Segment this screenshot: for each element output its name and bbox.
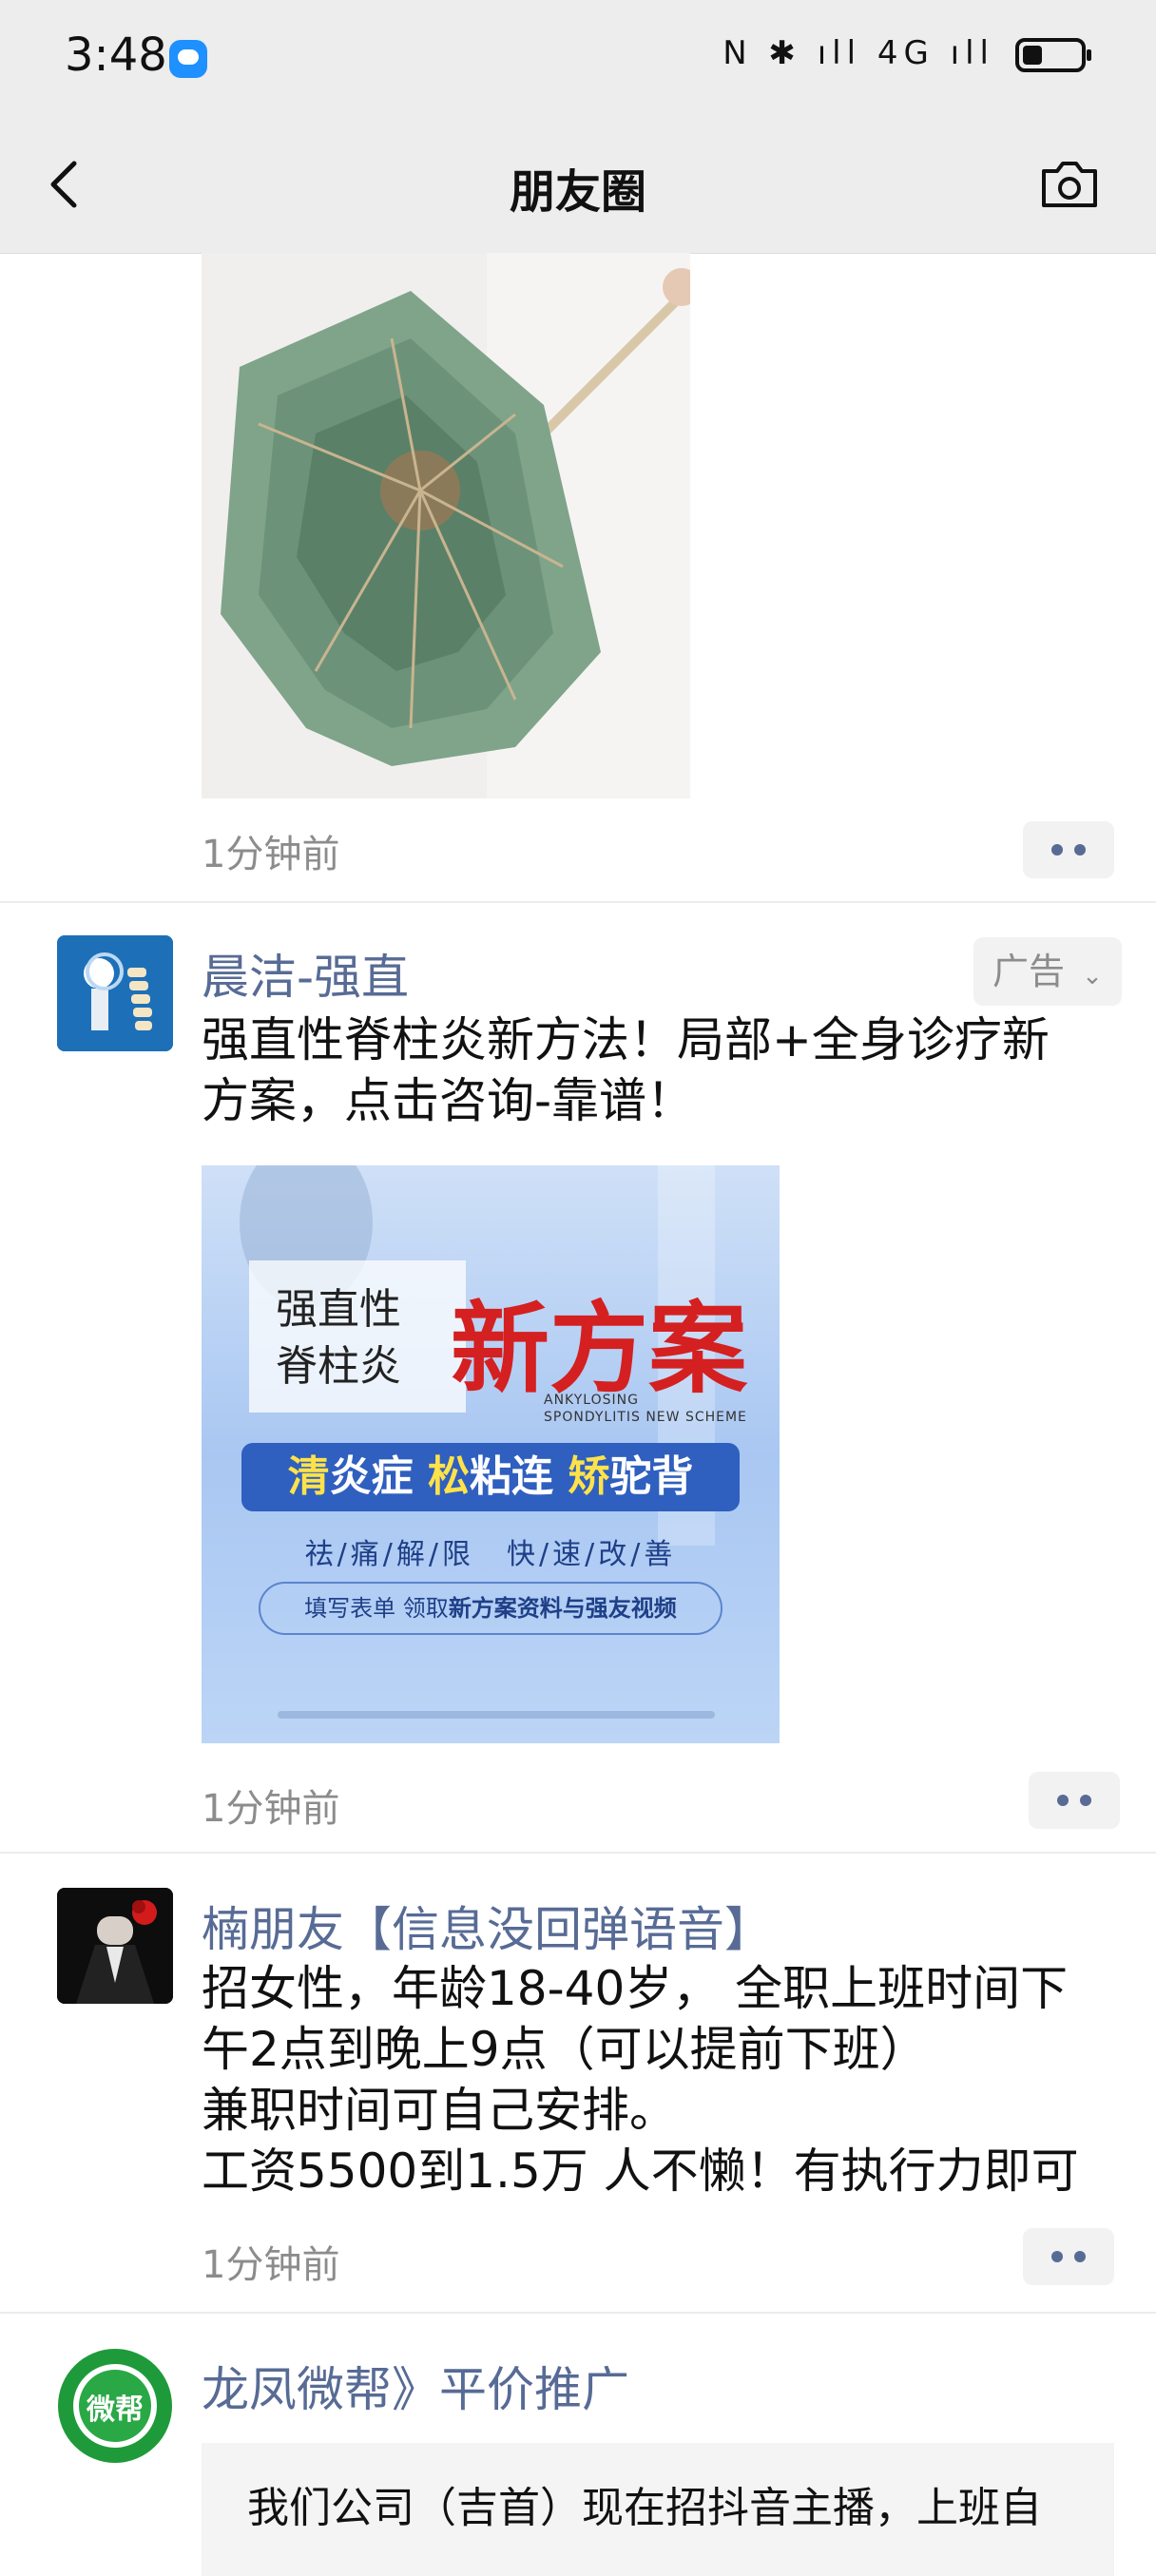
ad-subline: 祛/痛/解/限 快/速/改/善 bbox=[304, 1538, 677, 1571]
nav-bar: 朋友圈 bbox=[0, 114, 1156, 254]
author-name[interactable]: 楠朋友【信息没回弹语音】 bbox=[202, 1892, 772, 1960]
ad-benefit-bar: 清炎症 松粘连 矫驼背 bbox=[241, 1443, 740, 1511]
ad-bar-highlight: 松 bbox=[428, 1452, 470, 1501]
ad-form-pill: 填写表单 领取新方案资料与强友视频 bbox=[259, 1582, 722, 1635]
card-text: 我们公司（吉首）现在招抖音主播，上班自 bbox=[247, 2484, 1042, 2532]
ad-english-line: ANKYLOSING bbox=[544, 1393, 639, 1408]
ad-bar-highlight: 矫 bbox=[568, 1452, 610, 1501]
ad-text-line: 强直性脊柱炎新方法！局部+全身诊疗新 bbox=[202, 1012, 1050, 1067]
more-options-button[interactable] bbox=[1023, 2228, 1114, 2285]
more-options-button[interactable] bbox=[1023, 821, 1114, 878]
chevron-down-icon: ⌄ bbox=[1082, 962, 1103, 990]
page-title: 朋友圈 bbox=[509, 165, 646, 219]
ad-pill-prefix: 填写表单 领取 bbox=[304, 1595, 449, 1622]
ad-text-line: 方案，点击咨询-靠谱！ bbox=[202, 1073, 695, 1128]
ad-small-title: 强直性 脊柱炎 bbox=[276, 1281, 401, 1395]
ad-big-title: 新方案 bbox=[451, 1290, 748, 1407]
ad-footnote bbox=[278, 1711, 715, 1719]
ad-english-subtitle: ANKYLOSING SPONDYLITIS NEW SCHEME bbox=[544, 1392, 747, 1426]
post-text-line: 兼职时间可自己安排。 bbox=[202, 2083, 677, 2138]
ad-label-button[interactable]: 广告 ⌄ bbox=[973, 937, 1122, 1006]
message-notification-icon bbox=[169, 40, 207, 78]
shared-article-card[interactable]: 我们公司（吉首）现在招抖音主播，上班自 bbox=[202, 2443, 1114, 2576]
ad-image[interactable]: 强直性 脊柱炎 新方案 ANKYLOSING SPONDYLITIS NEW S… bbox=[202, 1165, 780, 1743]
author-name[interactable]: 龙凤微帮》平价推广 bbox=[202, 2352, 629, 2420]
avatar-text: 微帮 bbox=[87, 2393, 144, 2427]
ad-bar-text: 驼背 bbox=[609, 1452, 694, 1501]
post-divider bbox=[0, 2312, 1156, 2314]
post-text: 招女性，年龄18-40岁， 全职上班时间下 午2点到晚上9点（可以提前下班） 兼… bbox=[202, 1958, 1133, 2201]
avatar[interactable] bbox=[57, 1888, 173, 2004]
more-options-button[interactable] bbox=[1029, 1772, 1120, 1829]
status-icons: N ✱ ıll 4G ıll bbox=[722, 34, 994, 72]
ad-author-name[interactable]: 晨洁-强直 bbox=[202, 939, 409, 1008]
umbrella-photo[interactable] bbox=[202, 253, 690, 798]
ad-bar-text: 炎症 bbox=[329, 1452, 428, 1501]
post-time: 1分钟前 bbox=[202, 1787, 340, 1831]
ad-pill-bold: 新方案资料与强友视频 bbox=[448, 1595, 677, 1622]
post-time: 1分钟前 bbox=[202, 833, 340, 876]
ad-label: 广告 bbox=[992, 951, 1066, 992]
status-bar: 3:48 N ✱ ıll 4G ıll bbox=[0, 0, 1156, 114]
battery-icon bbox=[1015, 38, 1091, 72]
ad-bar-highlight: 清 bbox=[287, 1452, 330, 1501]
post-time: 1分钟前 bbox=[202, 2243, 340, 2287]
ad-english-line: SPONDYLITIS NEW SCHEME bbox=[544, 1410, 747, 1425]
ad-small-line: 脊柱炎 bbox=[276, 1342, 401, 1391]
post-divider bbox=[0, 901, 1156, 903]
avatar[interactable]: 微帮 bbox=[57, 2348, 173, 2464]
post-text-line: 午2点到晚上9点（可以提前下班） bbox=[202, 2022, 928, 2077]
avatar[interactable] bbox=[57, 935, 173, 1051]
camera-icon[interactable] bbox=[1038, 156, 1101, 213]
ad-bar-text: 粘连 bbox=[470, 1452, 568, 1501]
post-text-line: 工资5500到1.5万 人不懒！有执行力即可 bbox=[202, 2143, 1079, 2199]
status-time: 3:48 bbox=[65, 29, 167, 82]
post-text-line: 招女性，年龄18-40岁， 全职上班时间下 bbox=[202, 1961, 1069, 2016]
ad-small-line: 强直性 bbox=[276, 1285, 401, 1334]
ad-text: 强直性脊柱炎新方法！局部+全身诊疗新 方案，点击咨询-靠谱！ bbox=[202, 1009, 1095, 1131]
post-divider bbox=[0, 1852, 1156, 1854]
